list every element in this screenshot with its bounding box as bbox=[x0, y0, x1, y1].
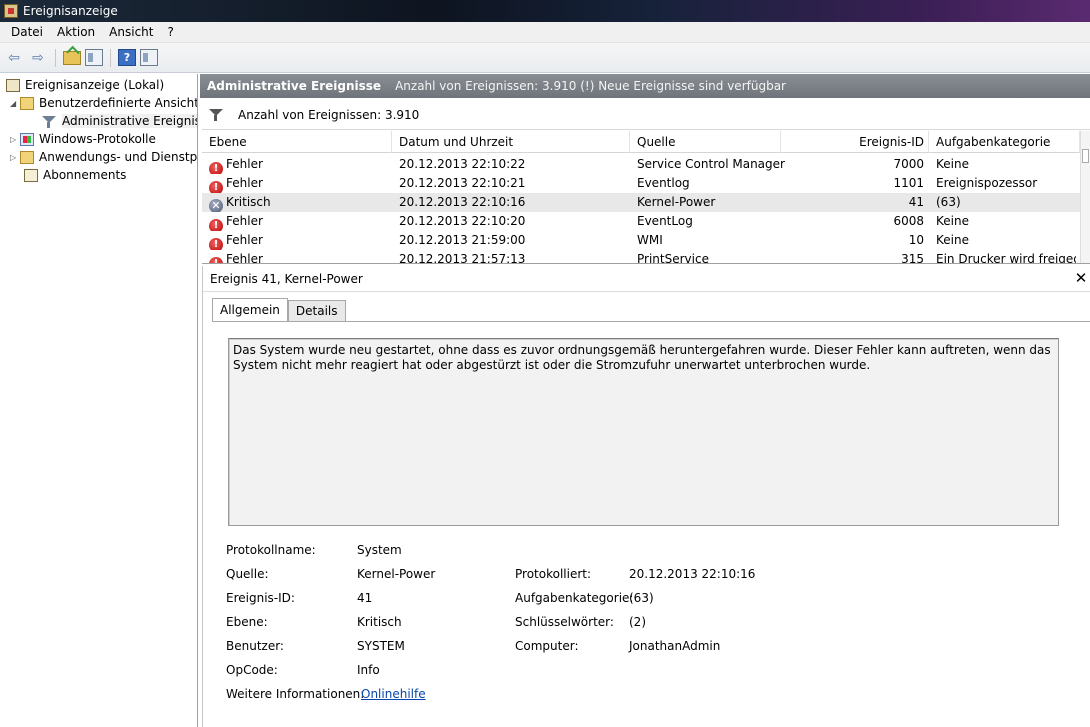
prop-value-computer: JonathanAdmin bbox=[629, 639, 721, 653]
pane-title: Administrative Ereignisse bbox=[207, 79, 382, 93]
close-icon[interactable]: ✕ bbox=[1074, 271, 1088, 286]
tab-details[interactable]: Details bbox=[287, 300, 346, 322]
menu-help[interactable]: ? bbox=[160, 25, 180, 39]
error-icon: ! bbox=[209, 219, 223, 231]
subscriptions-icon bbox=[24, 168, 38, 182]
scrollbar-thumb[interactable] bbox=[1082, 149, 1089, 163]
error-icon: ! bbox=[209, 238, 223, 250]
prop-label-logged: Protokolliert: bbox=[515, 567, 592, 581]
column-header-event-id[interactable]: Ereignis-ID bbox=[781, 131, 929, 153]
error-icon: ! bbox=[209, 162, 223, 174]
toolbar-separator bbox=[110, 48, 111, 67]
error-icon: ! bbox=[209, 181, 223, 193]
event-viewer-app-icon bbox=[4, 4, 18, 18]
filter-icon bbox=[41, 115, 57, 128]
table-row[interactable]: ! Fehler 20.12.2013 21:59:00 WMI 10 Keine bbox=[202, 231, 1080, 250]
menu-ansicht[interactable]: Ansicht bbox=[102, 25, 160, 39]
tree-item-custom-views[interactable]: ◢ Benutzerdefinierte Ansichten bbox=[10, 94, 197, 112]
tab-general[interactable]: Allgemein bbox=[212, 298, 288, 322]
column-header-level[interactable]: Ebene bbox=[202, 131, 392, 153]
menu-bar: Datei Aktion Ansicht ? bbox=[0, 22, 1090, 43]
column-header-category[interactable]: Aufgabenkategorie bbox=[929, 131, 1080, 153]
folder-icon bbox=[20, 150, 34, 164]
detail-tabs: Allgemein Details bbox=[212, 298, 346, 322]
expand-triangle-icon[interactable]: ▷ bbox=[10, 153, 20, 162]
tree-item-admin-events[interactable]: Administrative Ereignisse bbox=[41, 112, 197, 130]
prop-label-source: Quelle: bbox=[226, 567, 269, 581]
table-row[interactable]: ! Fehler 20.12.2013 21:57:13 PrintService… bbox=[202, 250, 1080, 263]
toolbar-separator bbox=[55, 48, 56, 67]
event-list: Ebene Datum und Uhrzeit Quelle Ereignis-… bbox=[202, 131, 1090, 264]
prop-value-user: SYSTEM bbox=[357, 639, 405, 653]
tree-item-app-logs[interactable]: ▷ Anwendungs- und Dienstprotokolle bbox=[10, 148, 197, 166]
back-arrow-icon[interactable]: ⇦ bbox=[4, 48, 24, 68]
tree-item-windows-logs[interactable]: ▷ Windows-Protokolle bbox=[10, 130, 156, 148]
error-icon: ! bbox=[209, 257, 223, 263]
table-row-selected[interactable]: ✕ Kritisch 20.12.2013 22:10:16 Kernel-Pow… bbox=[202, 193, 1080, 212]
table-row[interactable]: ! Fehler 20.12.2013 22:10:22 Service Cont… bbox=[202, 155, 1080, 174]
table-row[interactable]: ! Fehler 20.12.2013 22:10:20 EventLog 600… bbox=[202, 212, 1080, 231]
prop-label-eventid: Ereignis-ID: bbox=[226, 591, 295, 605]
prop-value-keywords: (2) bbox=[629, 615, 646, 629]
event-detail-panel: Ereignis 41, Kernel-Power ✕ Allgemein De… bbox=[202, 266, 1090, 727]
prop-label-level: Ebene: bbox=[226, 615, 268, 629]
prop-label-logname: Protokollname: bbox=[226, 543, 316, 557]
event-count-info: Anzahl von Ereignissen: 3.910 (!) Neue E… bbox=[395, 79, 786, 93]
event-description[interactable]: Das System wurde neu gestartet, ohne das… bbox=[228, 338, 1059, 526]
expand-triangle-icon[interactable]: ▷ bbox=[10, 135, 20, 144]
prop-value-opcode: Info bbox=[357, 663, 380, 677]
event-list-scrollbar[interactable] bbox=[1080, 131, 1090, 263]
up-folder-icon[interactable] bbox=[63, 50, 81, 65]
title-bar: Ereignisanzeige bbox=[0, 0, 1090, 22]
filter-count: Anzahl von Ereignissen: 3.910 bbox=[238, 107, 420, 122]
prop-value-logged: 20.12.2013 22:10:16 bbox=[629, 567, 756, 581]
show-hide-tree-icon[interactable] bbox=[85, 49, 103, 66]
online-help-link[interactable]: Onlinehilfe bbox=[361, 687, 426, 701]
tab-divider bbox=[212, 321, 1090, 322]
window-title: Ereignisanzeige bbox=[23, 4, 118, 18]
prop-value-logname: System bbox=[357, 543, 402, 557]
detail-title: Ereignis 41, Kernel-Power bbox=[203, 266, 1090, 292]
tree-item-root[interactable]: Ereignisanzeige (Lokal) bbox=[6, 76, 164, 94]
prop-label-category: Aufgabenkategorie: bbox=[515, 591, 634, 605]
event-list-header: Ebene Datum und Uhrzeit Quelle Ereignis-… bbox=[202, 131, 1080, 153]
column-header-datetime[interactable]: Datum und Uhrzeit bbox=[392, 131, 630, 153]
prop-label-keywords: Schlüsselwörter: bbox=[515, 615, 614, 629]
filter-bar: Anzahl von Ereignissen: 3.910 bbox=[202, 100, 1090, 130]
column-header-source[interactable]: Quelle bbox=[630, 131, 781, 153]
prop-label-user: Benutzer: bbox=[226, 639, 284, 653]
menu-datei[interactable]: Datei bbox=[4, 25, 50, 39]
navigation-tree: Ereignisanzeige (Lokal) ◢ Benutzerdefini… bbox=[0, 74, 198, 727]
prop-label-computer: Computer: bbox=[515, 639, 579, 653]
critical-icon: ✕ bbox=[209, 199, 223, 212]
windows-logs-icon bbox=[20, 132, 34, 146]
menu-aktion[interactable]: Aktion bbox=[50, 25, 102, 39]
collapse-triangle-icon[interactable]: ◢ bbox=[10, 99, 20, 108]
forward-arrow-icon[interactable]: ⇨ bbox=[28, 48, 48, 68]
show-hide-action-pane-icon[interactable] bbox=[140, 49, 158, 66]
toolbar: ⇦ ⇨ ? bbox=[0, 43, 1090, 73]
prop-label-opcode: OpCode: bbox=[226, 663, 278, 677]
event-viewer-icon bbox=[6, 78, 20, 92]
prop-value-source: Kernel-Power bbox=[357, 567, 436, 581]
filter-icon bbox=[208, 108, 224, 122]
tree-item-subscriptions[interactable]: Abonnements bbox=[24, 166, 126, 184]
prop-value-category: (63) bbox=[629, 591, 654, 605]
help-icon[interactable]: ? bbox=[118, 49, 136, 66]
folder-icon bbox=[20, 96, 34, 110]
table-row[interactable]: ! Fehler 20.12.2013 22:10:21 Eventlog 110… bbox=[202, 174, 1080, 193]
prop-value-level: Kritisch bbox=[357, 615, 402, 629]
pane-header: Administrative Ereignisse Anzahl von Ere… bbox=[200, 74, 1090, 98]
prop-label-moreinfo: Weitere Informationen: bbox=[226, 687, 365, 701]
prop-value-eventid: 41 bbox=[357, 591, 373, 605]
